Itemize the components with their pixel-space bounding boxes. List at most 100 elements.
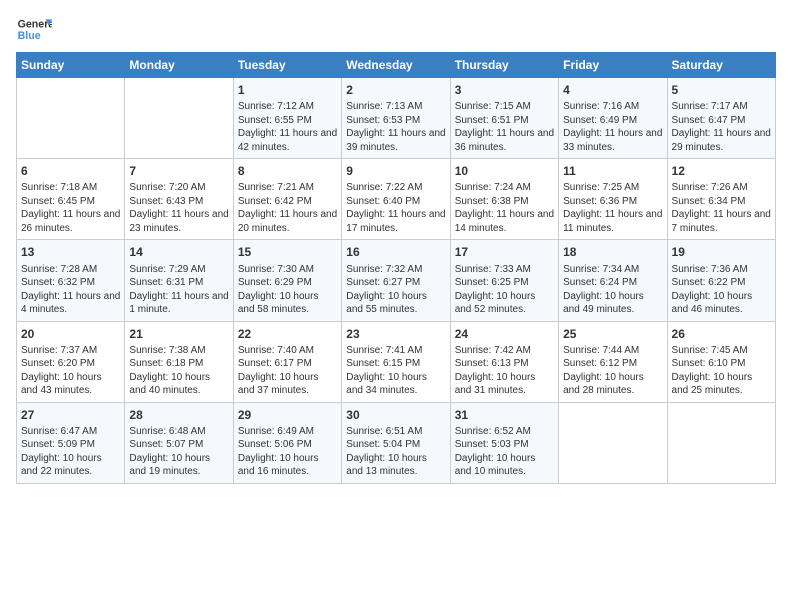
day-info: Sunrise: 6:47 AM Sunset: 5:09 PM Dayligh… (21, 425, 120, 479)
calendar-cell: 2 Sunrise: 7:13 AM Sunset: 6:53 PM Daylig… (342, 78, 450, 159)
day-number: 18 (563, 244, 662, 260)
day-number: 3 (455, 82, 554, 98)
calendar-cell: 8 Sunrise: 7:21 AM Sunset: 6:42 PM Daylig… (233, 159, 341, 240)
calendar-week-row: 6 Sunrise: 7:18 AM Sunset: 6:45 PM Daylig… (17, 159, 776, 240)
calendar-cell: 16 Sunrise: 7:32 AM Sunset: 6:27 PM Dayli… (342, 240, 450, 321)
day-info: Sunrise: 7:28 AM Sunset: 6:32 PM Dayligh… (21, 263, 120, 317)
day-number: 23 (346, 326, 445, 342)
calendar-week-row: 13 Sunrise: 7:28 AM Sunset: 6:32 PM Dayli… (17, 240, 776, 321)
logo-icon: General Blue (16, 16, 52, 44)
day-number: 11 (563, 163, 662, 179)
calendar-cell (667, 402, 775, 483)
day-number: 26 (672, 326, 771, 342)
day-number: 9 (346, 163, 445, 179)
day-info: Sunrise: 7:33 AM Sunset: 6:25 PM Dayligh… (455, 263, 554, 317)
logo: General Blue (16, 16, 52, 44)
day-number: 16 (346, 244, 445, 260)
weekday-header: Friday (559, 53, 667, 78)
day-info: Sunrise: 7:18 AM Sunset: 6:45 PM Dayligh… (21, 181, 120, 235)
calendar-cell: 5 Sunrise: 7:17 AM Sunset: 6:47 PM Daylig… (667, 78, 775, 159)
calendar-week-row: 20Sunrise: 7:37 AM Sunset: 6:20 PM Dayli… (17, 321, 776, 402)
calendar-cell: 17 Sunrise: 7:33 AM Sunset: 6:25 PM Dayli… (450, 240, 558, 321)
weekday-header: Thursday (450, 53, 558, 78)
day-info: Sunrise: 7:21 AM Sunset: 6:42 PM Dayligh… (238, 181, 337, 235)
day-info: Sunrise: 7:36 AM Sunset: 6:22 PM Dayligh… (672, 263, 771, 317)
day-number: 8 (238, 163, 337, 179)
day-info: Sunrise: 7:29 AM Sunset: 6:31 PM Dayligh… (129, 263, 228, 317)
calendar-cell: 29Sunrise: 6:49 AM Sunset: 5:06 PM Dayli… (233, 402, 341, 483)
day-number: 28 (129, 407, 228, 423)
day-info: Sunrise: 7:38 AM Sunset: 6:18 PM Dayligh… (129, 344, 228, 398)
day-number: 4 (563, 82, 662, 98)
day-info: Sunrise: 7:34 AM Sunset: 6:24 PM Dayligh… (563, 263, 662, 317)
calendar-cell: 12 Sunrise: 7:26 AM Sunset: 6:34 PM Dayli… (667, 159, 775, 240)
calendar-cell: 1Sunrise: 7:12 AM Sunset: 6:55 PM Daylig… (233, 78, 341, 159)
calendar-cell: 30 Sunrise: 6:51 AM Sunset: 5:04 PM Dayli… (342, 402, 450, 483)
day-number: 31 (455, 407, 554, 423)
day-info: Sunrise: 7:22 AM Sunset: 6:40 PM Dayligh… (346, 181, 445, 235)
day-info: Sunrise: 7:25 AM Sunset: 6:36 PM Dayligh… (563, 181, 662, 235)
day-number: 17 (455, 244, 554, 260)
calendar-table: SundayMondayTuesdayWednesdayThursdayFrid… (16, 52, 776, 484)
svg-text:Blue: Blue (18, 30, 41, 42)
day-info: Sunrise: 7:17 AM Sunset: 6:47 PM Dayligh… (672, 100, 771, 154)
day-number: 25 (563, 326, 662, 342)
calendar-cell: 10Sunrise: 7:24 AM Sunset: 6:38 PM Dayli… (450, 159, 558, 240)
calendar-cell: 28 Sunrise: 6:48 AM Sunset: 5:07 PM Dayli… (125, 402, 233, 483)
day-number: 27 (21, 407, 120, 423)
day-info: Sunrise: 7:40 AM Sunset: 6:17 PM Dayligh… (238, 344, 337, 398)
calendar-cell: 27 Sunrise: 6:47 AM Sunset: 5:09 PM Dayli… (17, 402, 125, 483)
day-info: Sunrise: 6:48 AM Sunset: 5:07 PM Dayligh… (129, 425, 228, 479)
day-number: 30 (346, 407, 445, 423)
calendar-cell: 4 Sunrise: 7:16 AM Sunset: 6:49 PM Daylig… (559, 78, 667, 159)
weekday-header: Saturday (667, 53, 775, 78)
calendar-header-row: SundayMondayTuesdayWednesdayThursdayFrid… (17, 53, 776, 78)
day-info: Sunrise: 7:20 AM Sunset: 6:43 PM Dayligh… (129, 181, 228, 235)
calendar-cell: 31 Sunrise: 6:52 AM Sunset: 5:03 PM Dayli… (450, 402, 558, 483)
calendar-cell: 3 Sunrise: 7:15 AM Sunset: 6:51 PM Daylig… (450, 78, 558, 159)
day-number: 6 (21, 163, 120, 179)
day-number: 15 (238, 244, 337, 260)
calendar-week-row: 27 Sunrise: 6:47 AM Sunset: 5:09 PM Dayli… (17, 402, 776, 483)
day-number: 12 (672, 163, 771, 179)
day-info: Sunrise: 7:45 AM Sunset: 6:10 PM Dayligh… (672, 344, 771, 398)
calendar-cell (125, 78, 233, 159)
calendar-cell: 25Sunrise: 7:44 AM Sunset: 6:12 PM Dayli… (559, 321, 667, 402)
day-number: 10 (455, 163, 554, 179)
calendar-cell (559, 402, 667, 483)
calendar-cell: 13 Sunrise: 7:28 AM Sunset: 6:32 PM Dayli… (17, 240, 125, 321)
calendar-cell: 23Sunrise: 7:41 AM Sunset: 6:15 PM Dayli… (342, 321, 450, 402)
day-number: 2 (346, 82, 445, 98)
calendar-cell: 9 Sunrise: 7:22 AM Sunset: 6:40 PM Daylig… (342, 159, 450, 240)
day-info: Sunrise: 7:26 AM Sunset: 6:34 PM Dayligh… (672, 181, 771, 235)
weekday-header: Tuesday (233, 53, 341, 78)
calendar-cell: 21 Sunrise: 7:38 AM Sunset: 6:18 PM Dayli… (125, 321, 233, 402)
day-info: Sunrise: 7:37 AM Sunset: 6:20 PM Dayligh… (21, 344, 120, 398)
calendar-cell: 11 Sunrise: 7:25 AM Sunset: 6:36 PM Dayli… (559, 159, 667, 240)
calendar-cell: 20Sunrise: 7:37 AM Sunset: 6:20 PM Dayli… (17, 321, 125, 402)
weekday-header: Wednesday (342, 53, 450, 78)
day-number: 7 (129, 163, 228, 179)
day-info: Sunrise: 7:32 AM Sunset: 6:27 PM Dayligh… (346, 263, 445, 317)
day-info: Sunrise: 6:49 AM Sunset: 5:06 PM Dayligh… (238, 425, 337, 479)
day-info: Sunrise: 7:13 AM Sunset: 6:53 PM Dayligh… (346, 100, 445, 154)
day-number: 13 (21, 244, 120, 260)
day-info: Sunrise: 6:51 AM Sunset: 5:04 PM Dayligh… (346, 425, 445, 479)
day-number: 1 (238, 82, 337, 98)
day-number: 5 (672, 82, 771, 98)
weekday-header: Monday (125, 53, 233, 78)
calendar-cell: 14 Sunrise: 7:29 AM Sunset: 6:31 PM Dayli… (125, 240, 233, 321)
day-info: Sunrise: 7:15 AM Sunset: 6:51 PM Dayligh… (455, 100, 554, 154)
day-info: Sunrise: 7:16 AM Sunset: 6:49 PM Dayligh… (563, 100, 662, 154)
weekday-header: Sunday (17, 53, 125, 78)
calendar-cell: 7 Sunrise: 7:20 AM Sunset: 6:43 PM Daylig… (125, 159, 233, 240)
day-number: 21 (129, 326, 228, 342)
day-info: Sunrise: 6:52 AM Sunset: 5:03 PM Dayligh… (455, 425, 554, 479)
day-number: 14 (129, 244, 228, 260)
calendar-cell: 19Sunrise: 7:36 AM Sunset: 6:22 PM Dayli… (667, 240, 775, 321)
day-info: Sunrise: 7:42 AM Sunset: 6:13 PM Dayligh… (455, 344, 554, 398)
calendar-cell: 26 Sunrise: 7:45 AM Sunset: 6:10 PM Dayli… (667, 321, 775, 402)
calendar-cell: 6 Sunrise: 7:18 AM Sunset: 6:45 PM Daylig… (17, 159, 125, 240)
calendar-cell: 22Sunrise: 7:40 AM Sunset: 6:17 PM Dayli… (233, 321, 341, 402)
day-info: Sunrise: 7:30 AM Sunset: 6:29 PM Dayligh… (238, 263, 337, 317)
